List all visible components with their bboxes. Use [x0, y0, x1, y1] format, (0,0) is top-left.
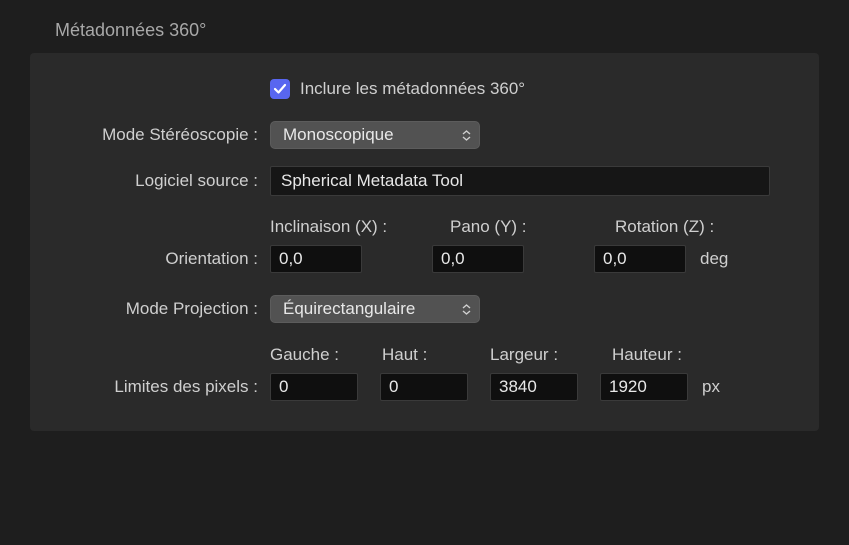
pan-input[interactable] — [432, 245, 524, 273]
pixel-top-header: Haut : — [382, 345, 490, 365]
pixel-left-header: Gauche : — [270, 345, 382, 365]
include-metadata-checkbox[interactable] — [270, 79, 290, 99]
projection-mode-value: Équirectangulaire — [283, 299, 415, 319]
pixel-unit: px — [702, 377, 720, 397]
projection-mode-select[interactable]: Équirectangulaire — [270, 295, 480, 323]
stereo-mode-label: Mode Stéréoscopie : — [60, 125, 270, 145]
roll-header: Rotation (Z) : — [615, 217, 745, 237]
chevron-updown-icon — [462, 130, 471, 141]
projection-mode-label: Mode Projection : — [60, 299, 270, 319]
check-icon — [273, 82, 287, 96]
roll-input[interactable] — [594, 245, 686, 273]
pixel-width-input[interactable] — [490, 373, 578, 401]
source-software-label: Logiciel source : — [60, 171, 270, 191]
pan-header: Pano (Y) : — [450, 217, 615, 237]
stereo-mode-select[interactable]: Monoscopique — [270, 121, 480, 149]
pixel-height-input[interactable] — [600, 373, 688, 401]
pixel-height-header: Hauteur : — [612, 345, 722, 365]
stereo-mode-value: Monoscopique — [283, 125, 394, 145]
metadata-panel: Inclure les métadonnées 360° Mode Stéréo… — [30, 53, 819, 431]
orientation-unit: deg — [700, 249, 728, 269]
chevron-updown-icon — [462, 304, 471, 315]
pixel-top-input[interactable] — [380, 373, 468, 401]
pixel-left-input[interactable] — [270, 373, 358, 401]
section-title: Métadonnées 360° — [55, 20, 819, 41]
pixel-bounds-label: Limites des pixels : — [60, 377, 270, 397]
tilt-header: Inclinaison (X) : — [270, 217, 450, 237]
pixel-width-header: Largeur : — [490, 345, 612, 365]
include-metadata-label: Inclure les métadonnées 360° — [300, 79, 525, 99]
tilt-input[interactable] — [270, 245, 362, 273]
orientation-label: Orientation : — [60, 249, 270, 269]
source-software-input[interactable] — [270, 166, 770, 196]
